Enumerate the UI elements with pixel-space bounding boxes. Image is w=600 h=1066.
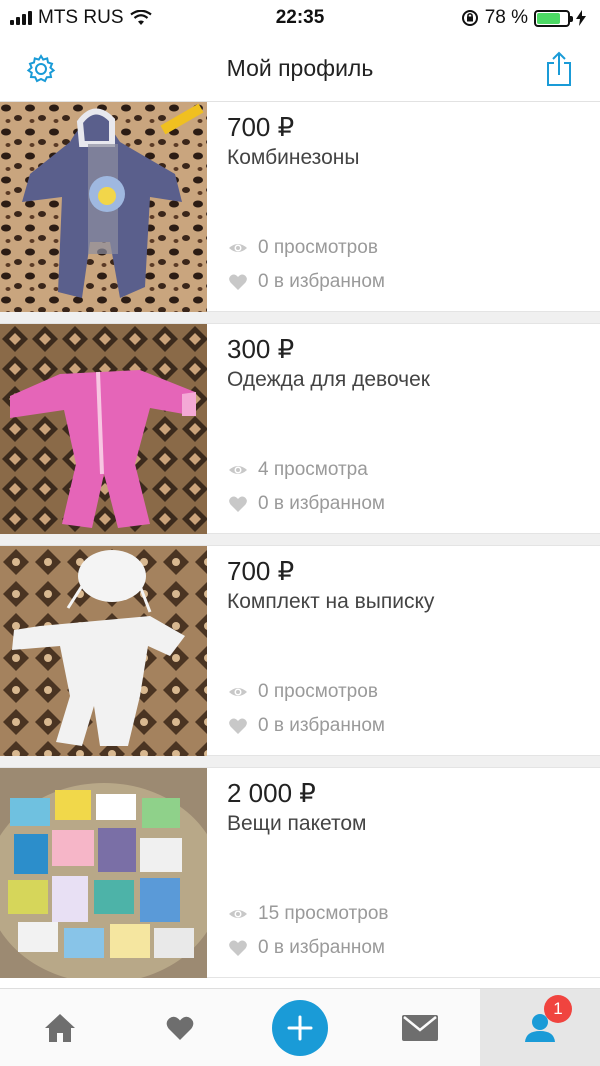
- tab-bar: 1: [0, 988, 600, 1066]
- mail-icon: [402, 1014, 438, 1041]
- favorites-stat: 0 в избранном: [228, 271, 385, 293]
- listing-card[interactable]: 2 000 ₽ Вещи пакетом 15 просмотров 0 в и…: [0, 768, 600, 978]
- battery-percent: 78 %: [484, 7, 528, 28]
- favorites-stat: 0 в избранном: [228, 937, 385, 959]
- tab-add[interactable]: [240, 989, 360, 1066]
- listing-card[interactable]: 700 ₽ Комплект на выписку 0 просмотров 0…: [0, 546, 600, 756]
- favorites-count: 0 в избранном: [258, 271, 385, 292]
- heart-icon: [229, 718, 247, 734]
- listings-list: 700 ₽ Комбинезоны 0 просмотров 0 в избра…: [0, 102, 600, 978]
- listing-photo: [0, 768, 207, 978]
- tab-favorites[interactable]: [120, 989, 240, 1066]
- favorites-count: 0 в избранном: [258, 493, 385, 514]
- page-title: Мой профиль: [226, 55, 374, 81]
- charging-icon: [576, 10, 586, 26]
- tab-profile[interactable]: 1: [480, 989, 600, 1066]
- wifi-icon: [129, 10, 152, 25]
- favorites-count: 0 в избранном: [258, 937, 385, 958]
- views-count: 0 просмотров: [258, 237, 378, 258]
- tab-home[interactable]: [0, 989, 120, 1066]
- views-stat: 0 просмотров: [228, 681, 378, 703]
- heart-icon: [229, 274, 247, 290]
- add-listing-button[interactable]: [272, 999, 328, 1056]
- notification-badge: 1: [544, 995, 572, 1023]
- signal-icon: [10, 11, 32, 25]
- carrier-label: MTS RUS: [38, 7, 124, 28]
- heart-icon: [229, 940, 247, 956]
- listing-photo: [0, 324, 207, 534]
- listing-photo: [0, 546, 207, 756]
- views-count: 0 просмотров: [258, 681, 378, 702]
- listing-card[interactable]: 300 ₽ Одежда для девочек 4 просмотра 0 в…: [0, 324, 600, 534]
- listing-title: Одежда для девочек: [227, 368, 430, 391]
- favorites-stat: 0 в избранном: [228, 715, 385, 737]
- listing-price: 2 000 ₽: [227, 778, 316, 808]
- orientation-lock-icon: [461, 10, 478, 26]
- nav-bar: Мой профиль: [0, 36, 600, 102]
- share-button[interactable]: [540, 50, 578, 88]
- favorites-stat: 0 в избранном: [228, 493, 385, 515]
- add-icon: [287, 1015, 313, 1040]
- listing-card[interactable]: 700 ₽ Комбинезоны 0 просмотров 0 в избра…: [0, 102, 600, 312]
- eye-icon: [229, 910, 247, 918]
- views-count: 4 просмотра: [258, 459, 368, 480]
- listing-price: 700 ₽: [227, 112, 295, 142]
- listing-title: Комплект на выписку: [227, 590, 435, 613]
- views-stat: 15 просмотров: [228, 903, 388, 925]
- divider: [0, 312, 600, 324]
- battery-icon: [534, 9, 573, 27]
- listing-price: 300 ₽: [227, 334, 295, 364]
- eye-icon: [229, 466, 247, 474]
- heart-icon: [229, 496, 247, 512]
- views-stat: 0 просмотров: [228, 237, 378, 259]
- heart-icon: [166, 1016, 194, 1040]
- home-icon: [45, 1013, 75, 1042]
- views-count: 15 просмотров: [258, 903, 389, 924]
- listing-price: 700 ₽: [227, 556, 295, 586]
- listing-photo: [0, 102, 207, 312]
- views-stat: 4 просмотра: [228, 459, 368, 481]
- share-icon: [547, 51, 571, 86]
- eye-icon: [229, 244, 247, 252]
- favorites-count: 0 в избранном: [258, 715, 385, 736]
- divider: [0, 756, 600, 768]
- listing-title: Вещи пакетом: [227, 812, 367, 835]
- tab-messages[interactable]: [360, 989, 480, 1066]
- gear-icon: [26, 54, 56, 83]
- divider: [0, 534, 600, 546]
- eye-icon: [229, 688, 247, 696]
- status-bar: MTS RUS 22:35 78 %: [0, 0, 600, 36]
- settings-button[interactable]: [22, 50, 60, 88]
- listing-title: Комбинезоны: [227, 146, 360, 169]
